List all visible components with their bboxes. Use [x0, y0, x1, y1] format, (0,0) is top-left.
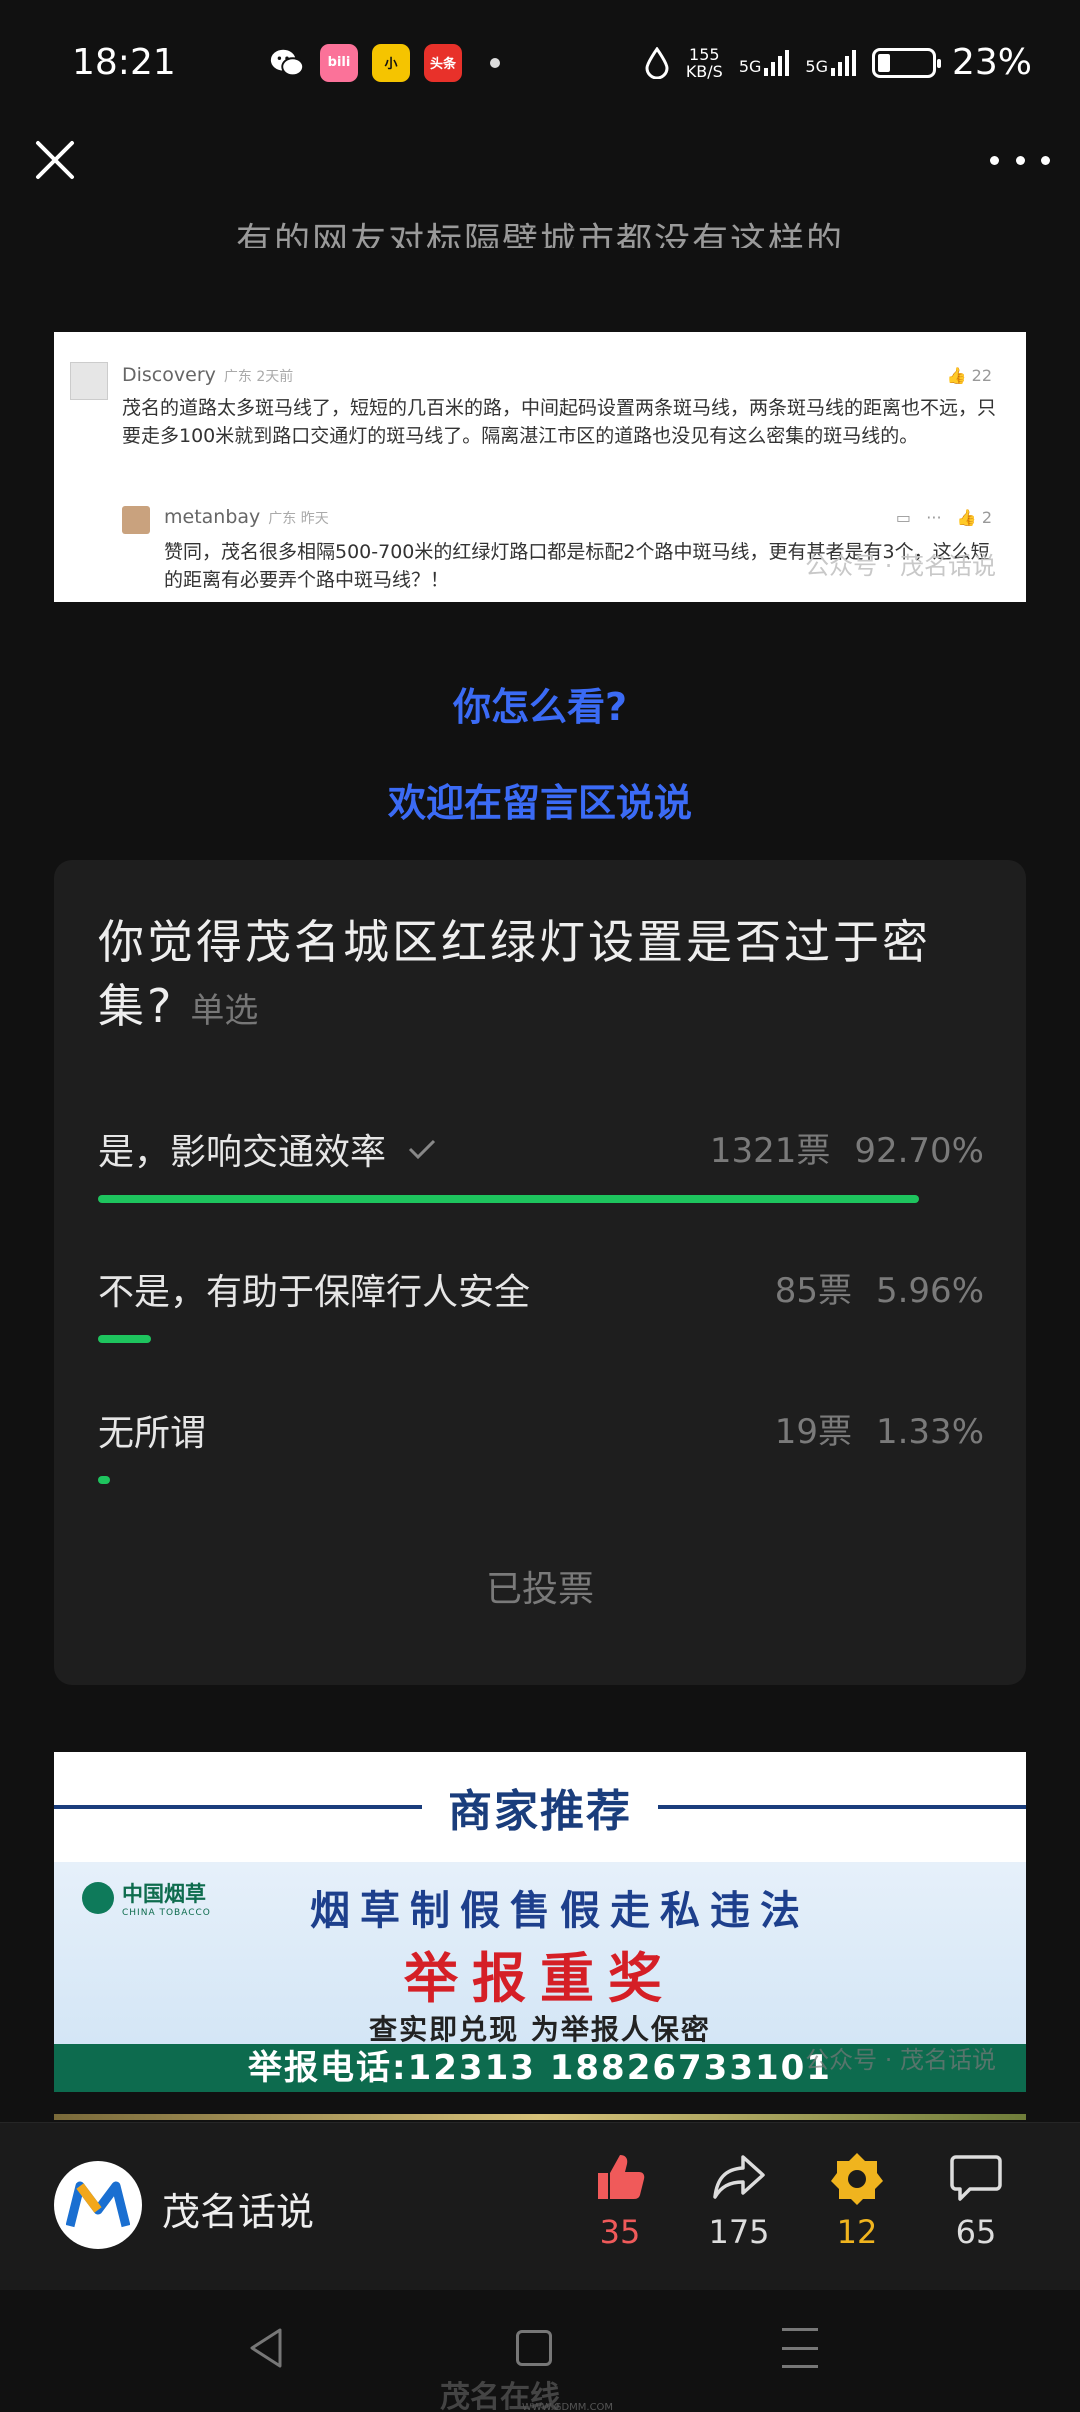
network-speed-unit: KB/S [685, 61, 723, 81]
close-icon[interactable] [30, 135, 80, 185]
merchant-ad-banner[interactable]: 商家推荐 中国烟草 CHINA TOBACCO 烟草制假售假走私违法 举报重奖 … [54, 1752, 1026, 2092]
back-icon[interactable] [246, 2326, 286, 2370]
commenter-name: Discovery 广东 2天前 [122, 364, 294, 386]
comment-bubble-icon [950, 2155, 1002, 2201]
data-saver-icon [645, 46, 669, 79]
article-cut-off-text: 有的网友对标隔壁城市都没有这样的 [235, 221, 844, 248]
more-dot-icon [990, 155, 999, 165]
status-bar: 18:21 bili 小 头条 155 KB/S 5G 5G 23% [0, 0, 1080, 125]
poll-bar-fill [98, 1476, 110, 1484]
divider [54, 1805, 422, 1809]
poll-title: 你觉得茂名城区红绿灯设置是否过于密集? 单选 [98, 915, 931, 1033]
status-app-icons: bili 小 头条 [268, 43, 500, 82]
poll-option-bar [98, 1335, 984, 1343]
site-watermark-url: WWW.GDMM.COM [522, 2402, 614, 2412]
ad-header-title: 商家推荐 [448, 1786, 632, 1837]
network-speed: 155 KB/S [686, 46, 723, 80]
more-options-button[interactable] [990, 140, 1050, 180]
recommend-button[interactable]: 12 [812, 2149, 902, 2251]
comment-text: 茂名的道路太多斑马线了，短短的几百米的路，中间起码设置两条斑马线，两条斑马线的距… [122, 397, 997, 447]
wow-flower-icon [831, 2153, 883, 2205]
signal-5g-2-icon: 5G [805, 49, 856, 76]
poll-option-stats: 19票 1.33% [774, 1412, 984, 1452]
comment-count: 65 [955, 2213, 997, 2251]
like-count: 35 [599, 2213, 641, 2251]
account-avatar[interactable] [54, 2161, 142, 2249]
commenter-avatar [70, 362, 108, 400]
ad-header: 商家推荐 [54, 1752, 1026, 1862]
poll-option-stats: 85票 5.96% [774, 1271, 984, 1311]
account-name[interactable]: 茂名话说 [162, 2181, 314, 2236]
image-watermark: 公众号 · 茂名话说 [805, 2046, 996, 2074]
network-speed-value: 155 [689, 44, 720, 64]
home-icon[interactable] [516, 2330, 552, 2366]
comment-meta: 广东 2天前 [223, 369, 294, 385]
like-button[interactable]: 35 [575, 2149, 665, 2251]
poll-option-bar [98, 1476, 984, 1484]
invite-heading: 欢迎在留言区说说 [387, 781, 692, 825]
battery-percent: 23% [951, 42, 1032, 83]
poll-option[interactable]: 不是，有助于保障行人安全 85票 5.96% [98, 1263, 984, 1343]
poll-option-bar [98, 1195, 984, 1203]
more-dot-icon [1015, 155, 1025, 165]
question-heading: 你怎么看? [452, 685, 628, 729]
signal-5g-icon: 5G [738, 49, 790, 76]
next-image-edge [54, 2114, 1026, 2120]
share-button[interactable]: 175 [694, 2149, 784, 2251]
system-nav-bar: 茂名在线 WWW.GDMM.COM [0, 2290, 1080, 2412]
share-count: 175 [708, 2213, 770, 2251]
poll-status: 已投票 [485, 1569, 594, 1610]
signal-label-2: 5G [805, 56, 828, 76]
poll-option-stats: 1321票 92.70% [709, 1131, 984, 1171]
notification-dot [490, 57, 500, 68]
battery-icon [871, 47, 941, 78]
ad-line-2: 举报重奖 [404, 1947, 676, 2010]
divider [658, 1805, 1026, 1809]
poll-option[interactable]: 是，影响交通效率 1321票 92.70% [98, 1123, 984, 1203]
ad-line-1: 烟草制假售假走私违法 [310, 1888, 810, 1934]
poll-option[interactable]: 无所谓 19票 1.33% [98, 1404, 984, 1484]
signal-label: 5G [738, 56, 762, 76]
status-indicators: 155 KB/S 5G 5G 23% [644, 42, 1032, 83]
toutiao-icon: 头条 [424, 43, 462, 82]
thumbs-up-icon [598, 2155, 645, 2199]
bilibili-icon: bili [320, 43, 358, 82]
poll-bar-fill [98, 1335, 151, 1343]
image-watermark: 公众号 · 茂名话说 [805, 552, 996, 580]
poll-card: 你觉得茂名城区红绿灯设置是否过于密集? 单选 是，影响交通效率 1321票 92.7… [54, 860, 1026, 1685]
more-dot-icon [1041, 155, 1050, 165]
poll-bar-fill [98, 1195, 920, 1203]
reply-actions: ▭ ··· 👍 2 [895, 508, 992, 527]
check-icon [408, 1139, 436, 1160]
battery-level [877, 53, 890, 72]
share-arrow-icon [713, 2155, 765, 2199]
diandian-icon: 小 [372, 43, 410, 82]
wechat-icon [270, 49, 305, 76]
recommend-count: 12 [836, 2213, 878, 2251]
comment-likes: 👍 22 [946, 366, 992, 385]
poll-type: 单选 [190, 991, 259, 1031]
reply-user-name: metanbay 广东 昨天 [164, 506, 329, 528]
bottom-action-bar: 茂名话说 35 175 12 65 [0, 2122, 1080, 2290]
comment-button[interactable]: 65 [931, 2149, 1021, 2251]
reply-meta: 广东 昨天 [268, 511, 329, 527]
reply-avatar [122, 506, 150, 534]
status-time: 18:21 [72, 42, 176, 83]
comment-screenshot-image: Discovery 广东 2天前 👍 22 茂名的道路太多斑马线了，短短的几百米的… [54, 332, 1026, 602]
recent-apps-icon[interactable] [782, 2328, 818, 2368]
ad-body: 中国烟草 CHINA TOBACCO 烟草制假售假走私违法 举报重奖 查实即兑现… [54, 1862, 1026, 2046]
account-logo-icon [66, 2181, 130, 2228]
